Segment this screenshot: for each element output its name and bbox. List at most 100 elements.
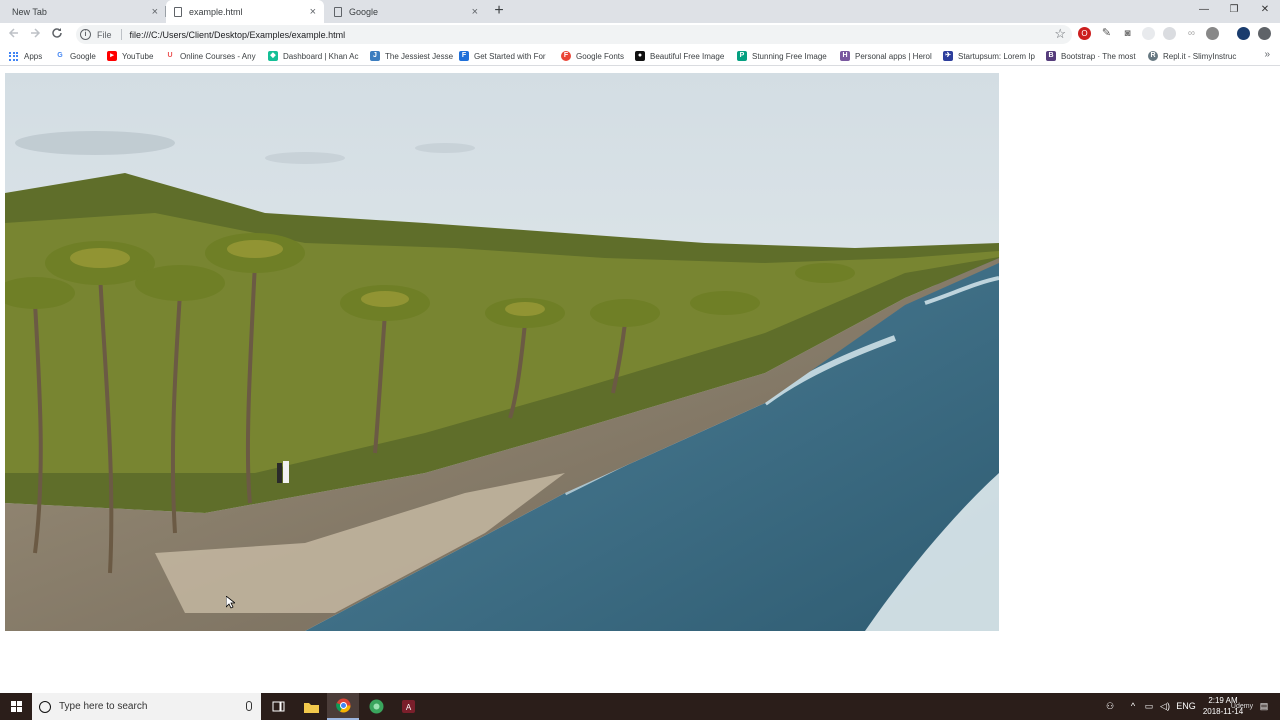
show-hidden-icons-chevron-icon[interactable]: ^ [1126, 693, 1140, 720]
taskbar-search[interactable]: Type here to search [32, 693, 261, 720]
search-placeholder: Type here to search [59, 701, 148, 712]
opera-extension-icon[interactable]: O [1078, 27, 1091, 40]
bookmark-pexels[interactable]: P Stunning Free Image [737, 49, 827, 63]
new-tab-button[interactable]: + [491, 2, 507, 20]
network-icon[interactable]: ▭ [1141, 693, 1157, 720]
link-extension-icon[interactable]: ∞ [1185, 27, 1198, 40]
svg-text:A: A [405, 703, 411, 712]
people-icon[interactable]: ⚇ [1100, 693, 1120, 720]
back-button[interactable] [5, 26, 23, 43]
bookmarks-bar: Apps G Google ▸ YouTube U Online Courses… [0, 46, 1280, 66]
beach-photo [5, 73, 999, 631]
bookmark-star-icon[interactable]: ☆ [1054, 26, 1066, 42]
bookmark-label: Startupsum: Lorem Ip [958, 51, 1035, 61]
extension-icon[interactable] [1206, 27, 1219, 40]
apps-grid-icon [9, 51, 18, 61]
extension-icon[interactable] [1163, 27, 1176, 40]
startupsum-icon: ✈ [943, 51, 953, 61]
bookmark-label: Beautiful Free Image [650, 51, 725, 61]
file-explorer-button[interactable] [295, 693, 327, 720]
eyedropper-extension-icon[interactable]: ✎ [1100, 27, 1113, 40]
bookmark-unsplash[interactable]: ● Beautiful Free Image [635, 49, 724, 63]
profile-avatar[interactable] [1237, 27, 1250, 40]
bookmark-jessiest-jesse[interactable]: J The Jessiest Jesse [370, 49, 453, 63]
volume-icon[interactable]: ◁) [1157, 693, 1173, 720]
bookmark-replit[interactable]: R Repl.it - SlimyInstruc [1148, 49, 1236, 63]
windows-logo-icon [10, 701, 22, 712]
bookmark-label: Google Fonts [576, 51, 625, 61]
bookmark-label: Personal apps | Herol [855, 51, 932, 61]
bookmark-apps[interactable]: Apps [9, 49, 42, 63]
arrow-left-icon [8, 28, 18, 38]
tab-label: New Tab [12, 6, 47, 17]
formspree-icon: F [459, 51, 469, 61]
restore-button[interactable]: ❐ [1218, 0, 1250, 20]
bookmark-udemy[interactable]: U Online Courses - Any [165, 49, 256, 63]
chrome-icon [335, 698, 350, 713]
bookmark-youtube[interactable]: ▸ YouTube [107, 49, 153, 63]
chrome-button[interactable] [327, 693, 359, 720]
more-bookmarks-icon[interactable]: » [1264, 49, 1270, 60]
pexels-icon: P [737, 51, 747, 61]
menu-icon[interactable] [1258, 27, 1271, 40]
folder-icon [303, 702, 319, 713]
url-text[interactable]: file:///C:/Users/Client/Desktop/Examples… [130, 30, 346, 40]
start-button[interactable] [0, 693, 32, 720]
beach-photo-illustration [5, 73, 999, 631]
green-app-icon [369, 699, 383, 714]
minimize-button[interactable]: — [1188, 0, 1220, 20]
task-view-button[interactable] [262, 693, 294, 720]
tab-new-tab[interactable]: New Tab × [4, 0, 166, 23]
mouse-cursor-icon [226, 596, 235, 609]
bookmark-heroku[interactable]: H Personal apps | Herol [840, 49, 932, 63]
close-tab-icon[interactable]: × [152, 6, 158, 18]
task-view-icon [272, 701, 284, 712]
bookmark-khan-academy[interactable]: ◆ Dashboard | Khan Ac [268, 49, 358, 63]
tab-google[interactable]: Google × [326, 0, 486, 23]
bookmark-label: Dashboard | Khan Ac [283, 51, 359, 61]
address-bar[interactable]: i File file:///C:/Users/Client/Desktop/E… [76, 25, 1072, 44]
heroku-icon: H [840, 51, 850, 61]
tab-example-html[interactable]: example.html × [166, 0, 324, 23]
bookmark-label: Online Courses - Any [180, 51, 256, 61]
reload-button[interactable] [48, 26, 66, 43]
close-window-button[interactable]: ✕ [1249, 0, 1280, 20]
bookmark-startupsum[interactable]: ✈ Startupsum: Lorem Ip [943, 49, 1035, 63]
page-viewport [0, 67, 1280, 693]
camera-extension-icon[interactable]: ◙ [1121, 27, 1134, 40]
bookmark-google-fonts[interactable]: F Google Fonts [561, 49, 624, 63]
microphone-icon[interactable] [246, 701, 252, 711]
jesse-icon: J [370, 51, 380, 61]
bookmark-bootstrap[interactable]: B Bootstrap · The most [1046, 49, 1136, 63]
tab-label: example.html [189, 6, 243, 17]
app-red-button[interactable]: A [392, 693, 424, 720]
bookmark-label: Stunning Free Image [752, 51, 827, 61]
udemy-watermark: Udemy [1230, 703, 1254, 710]
browser-toolbar: i File file:///C:/Users/Client/Desktop/E… [0, 23, 1280, 46]
udemy-icon: U [165, 51, 175, 61]
arrow-right-icon [31, 28, 41, 38]
replit-icon: R [1148, 51, 1158, 61]
address-separator [120, 29, 122, 40]
extension-icon[interactable] [1142, 27, 1155, 40]
document-icon [334, 6, 342, 17]
bookmark-formspree[interactable]: F Get Started with For [459, 49, 546, 63]
close-tab-icon[interactable]: × [472, 6, 478, 18]
language-indicator[interactable]: ENG [1175, 693, 1197, 720]
red-app-icon: A [401, 700, 415, 713]
bookmark-label: YouTube [122, 51, 154, 61]
google-fonts-icon: F [561, 51, 571, 61]
bookmark-label: Repl.it - SlimyInstruc [1163, 51, 1237, 61]
forward-button[interactable] [26, 26, 44, 43]
document-icon [174, 6, 182, 17]
tab-label: Google [349, 6, 379, 17]
info-icon[interactable]: i [80, 29, 91, 40]
bookmark-label: The Jessiest Jesse [385, 51, 454, 61]
cortana-icon [39, 700, 51, 713]
notifications-icon[interactable]: ▤ [1254, 693, 1274, 720]
tab-strip: New Tab × example.html × Google × + — ❐ … [0, 0, 1280, 23]
bookmark-google[interactable]: G Google [55, 49, 96, 63]
bookmark-label: Bootstrap · The most [1061, 51, 1136, 61]
app-green-button[interactable] [360, 693, 392, 720]
close-tab-icon[interactable]: × [310, 6, 316, 18]
